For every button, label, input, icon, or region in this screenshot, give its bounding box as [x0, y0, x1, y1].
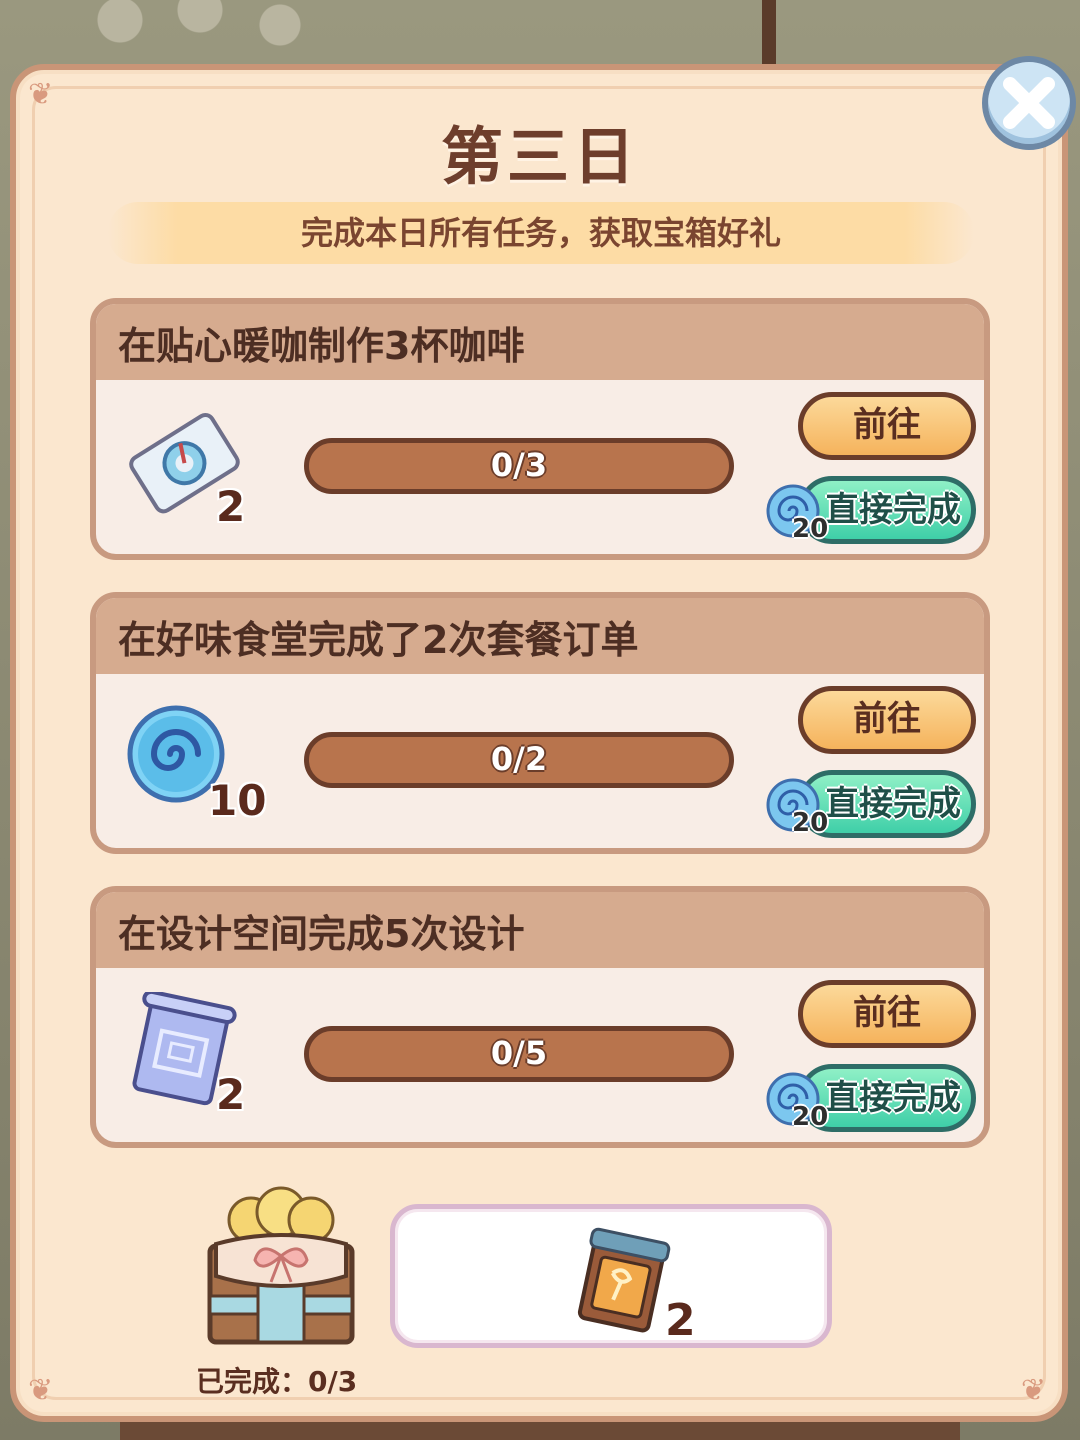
task-progress-bar: 0/5	[304, 1026, 734, 1082]
instant-complete-cost: 20	[792, 808, 829, 838]
close-icon	[1003, 77, 1055, 129]
go-button[interactable]: 前往	[798, 980, 976, 1048]
reward-count: 2	[216, 1070, 246, 1119]
instant-complete-cost: 20	[792, 514, 829, 544]
progress-text: 0/3	[490, 446, 548, 484]
task-card: 在好味食堂完成了2次套餐订单 10 0/2 前往 直接完成 20	[90, 592, 990, 854]
corner-swirl-icon: ❦	[1020, 1373, 1046, 1408]
progress-text: 0/5	[490, 1034, 548, 1072]
treasure-map-card-icon	[577, 1227, 671, 1333]
task-banner: 完成本日所有任务，获取宝箱好礼	[108, 202, 974, 264]
close-button[interactable]	[982, 56, 1076, 150]
reward-count: 2	[665, 1295, 696, 1346]
reward-count: 10	[208, 776, 267, 825]
chest-progress-text: 已完成：0/3	[196, 1365, 358, 1398]
background-pole	[762, 0, 776, 70]
go-button[interactable]: 前往	[798, 686, 976, 754]
task-title: 在好味食堂完成了2次套餐订单	[96, 598, 984, 674]
reward-count: 2	[216, 482, 246, 531]
progress-text: 0/2	[490, 740, 548, 778]
corner-swirl-icon: ❦	[28, 1373, 54, 1408]
task-progress-bar: 0/2	[304, 732, 734, 788]
task-progress-bar: 0/3	[304, 438, 734, 494]
chest-reward-slot[interactable]: 2	[390, 1204, 832, 1348]
gift-chest-icon[interactable]	[196, 1186, 366, 1356]
go-button[interactable]: 前往	[798, 392, 976, 460]
instant-complete-cost: 20	[792, 1102, 829, 1132]
task-card: 在贴心暖咖制作3杯咖啡 2 0/3 前往 直接完成 20	[90, 298, 990, 560]
task-card: 在设计空间完成5次设计 2 0/5 前往 直接完成 20	[90, 886, 990, 1148]
task-title: 在设计空间完成5次设计	[96, 892, 984, 968]
task-title: 在贴心暖咖制作3杯咖啡	[96, 304, 984, 380]
page-title: 第三日	[440, 120, 639, 193]
